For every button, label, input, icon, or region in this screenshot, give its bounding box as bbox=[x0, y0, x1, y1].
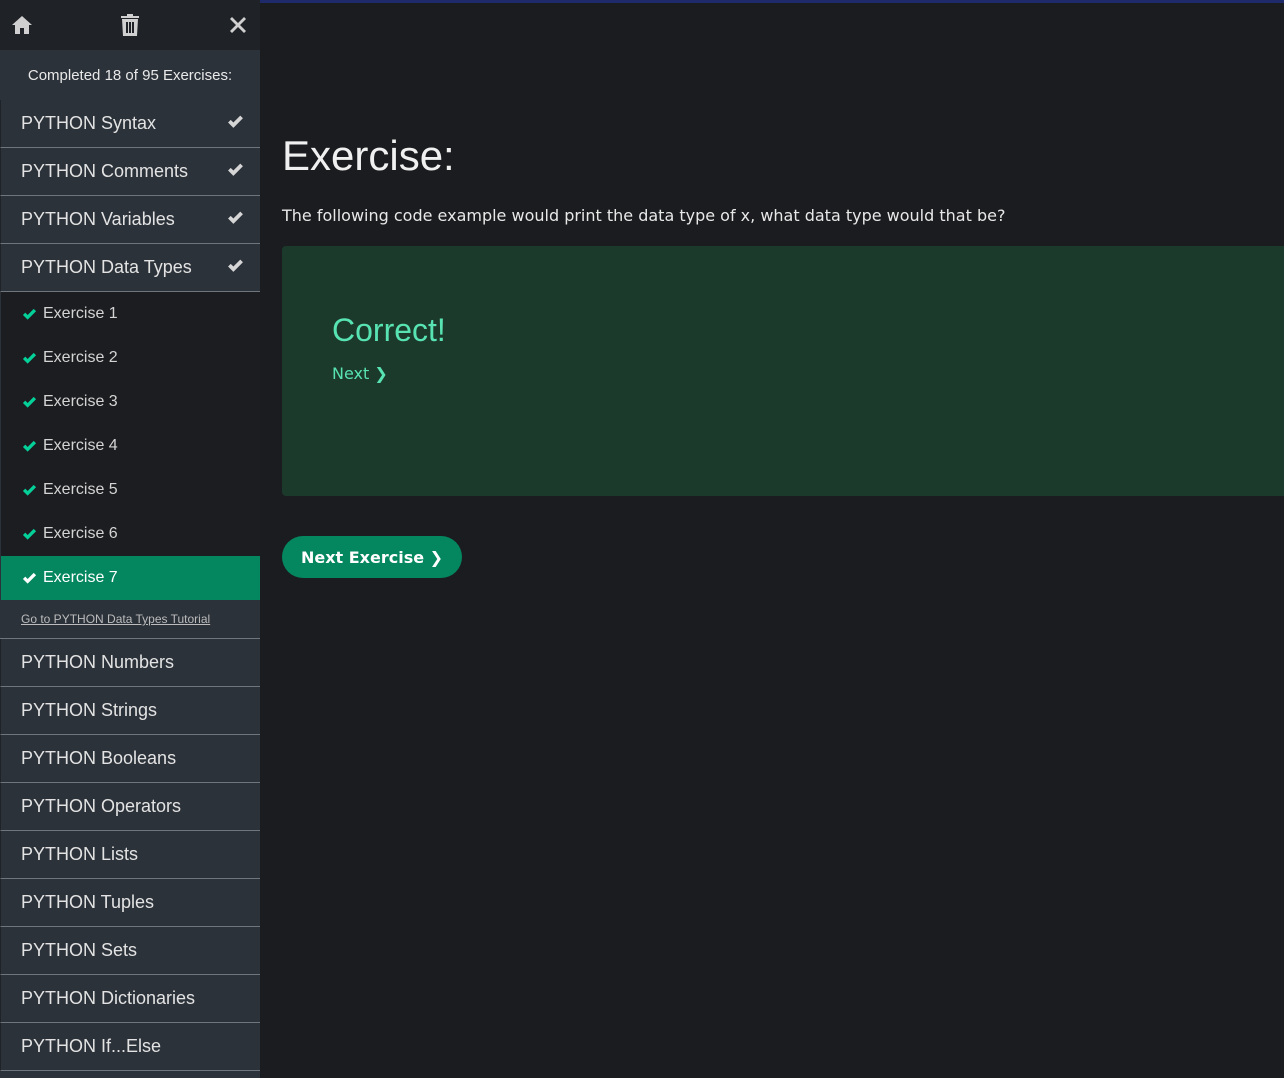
home-icon[interactable] bbox=[10, 13, 34, 37]
exercise-item[interactable]: Exercise 7 bbox=[1, 556, 260, 600]
exercise-question: The following code example would print t… bbox=[282, 206, 1006, 225]
exercise-item-label: Exercise 4 bbox=[43, 437, 118, 454]
data-types-exercise-list: Exercise 1 Exercise 2 Exercise 3 Exercise 4… bbox=[0, 292, 260, 600]
sidebar-section-label: PYTHON Lists bbox=[21, 844, 139, 864]
sidebar-section-item[interactable]: PYTHON Booleans bbox=[0, 735, 260, 783]
sidebar-section-label: PYTHON Syntax bbox=[21, 113, 157, 133]
sidebar-section-label: PYTHON Comments bbox=[21, 161, 189, 181]
sidebar-section-label: PYTHON If...Else bbox=[21, 1036, 162, 1056]
exercise-item[interactable]: Exercise 1 bbox=[1, 292, 260, 336]
sidebar-section-label: PYTHON Sets bbox=[21, 940, 138, 960]
checkmark-icon bbox=[22, 396, 43, 409]
sidebar-section-item[interactable]: PYTHON Dictionaries bbox=[0, 975, 260, 1023]
exercise-item-label: Exercise 5 bbox=[43, 481, 118, 498]
main-content: Exercise: The following code example wou… bbox=[282, 0, 1284, 1078]
checkmark-icon bbox=[227, 257, 244, 278]
checkmark-icon bbox=[22, 528, 43, 541]
tutorial-link[interactable]: Go to PYTHON Data Types Tutorial bbox=[0, 600, 260, 639]
sidebar-section-item[interactable]: PYTHON If...Else bbox=[0, 1023, 260, 1071]
exercise-item-label: Exercise 2 bbox=[43, 349, 118, 366]
checkmark-icon bbox=[22, 308, 43, 321]
sidebar-section-item[interactable]: PYTHON Sets bbox=[0, 927, 260, 975]
sidebar-section-label: PYTHON Strings bbox=[21, 700, 158, 720]
sidebar-section-label: PYTHON Numbers bbox=[21, 652, 175, 672]
sidebar-section-item[interactable]: PYTHON Comments bbox=[0, 148, 260, 196]
sidebar-section-item[interactable]: PYTHON Numbers bbox=[0, 639, 260, 687]
result-title: Correct! bbox=[332, 312, 446, 348]
sidebar-section-item[interactable]: PYTHON Lists bbox=[0, 831, 260, 879]
exercise-item-label: Exercise 1 bbox=[43, 305, 118, 322]
sidebar-section-item[interactable]: PYTHON Data Types bbox=[0, 244, 260, 292]
exercise-item[interactable]: Exercise 3 bbox=[1, 380, 260, 424]
checkmark-icon bbox=[22, 352, 43, 365]
sidebar-toolbar bbox=[0, 0, 260, 50]
checkmark-icon bbox=[22, 440, 43, 453]
exercise-item[interactable]: Exercise 2 bbox=[1, 336, 260, 380]
result-panel: Correct! Next ❯ bbox=[282, 246, 1284, 496]
sidebar-section-label: PYTHON Dictionaries bbox=[21, 988, 196, 1008]
sidebar-section-label: PYTHON Operators bbox=[21, 796, 182, 816]
exercise-item[interactable]: Exercise 6 bbox=[1, 512, 260, 556]
checkmark-icon bbox=[22, 484, 43, 497]
exercise-item[interactable]: Exercise 5 bbox=[1, 468, 260, 512]
sidebar-section-label: PYTHON Variables bbox=[21, 209, 175, 229]
checkmark-icon bbox=[227, 113, 244, 134]
sidebar-section-item[interactable]: PYTHON Tuples bbox=[0, 879, 260, 927]
exercise-item[interactable]: Exercise 4 bbox=[1, 424, 260, 468]
sidebar-section-label: PYTHON Booleans bbox=[21, 748, 177, 768]
checkmark-icon bbox=[22, 572, 43, 585]
sidebar-section-label: PYTHON Tuples bbox=[21, 892, 155, 912]
page-title: Exercise: bbox=[282, 132, 455, 179]
next-link[interactable]: Next ❯ bbox=[332, 364, 388, 383]
exercise-item-label: Exercise 7 bbox=[43, 569, 118, 586]
exercise-sidebar: Completed 18 of 95 Exercises: PYTHON Syn… bbox=[0, 0, 260, 1078]
sidebar-section-item[interactable]: PYTHON Syntax bbox=[0, 100, 260, 148]
sidebar-section-label: PYTHON Data Types bbox=[21, 257, 192, 277]
trash-icon[interactable] bbox=[118, 13, 142, 37]
next-exercise-button[interactable]: Next Exercise ❯ bbox=[282, 536, 462, 578]
progress-summary: Completed 18 of 95 Exercises: bbox=[0, 50, 260, 100]
checkmark-icon bbox=[227, 161, 244, 182]
exercise-item-label: Exercise 3 bbox=[43, 393, 118, 410]
checkmark-icon bbox=[227, 209, 244, 230]
sidebar-section-item[interactable]: PYTHON Operators bbox=[0, 783, 260, 831]
sidebar-section-item[interactable]: PYTHON Variables bbox=[0, 196, 260, 244]
sidebar-section-item[interactable]: PYTHON Strings bbox=[0, 687, 260, 735]
exercise-item-label: Exercise 6 bbox=[43, 525, 118, 542]
close-icon[interactable] bbox=[226, 13, 250, 37]
